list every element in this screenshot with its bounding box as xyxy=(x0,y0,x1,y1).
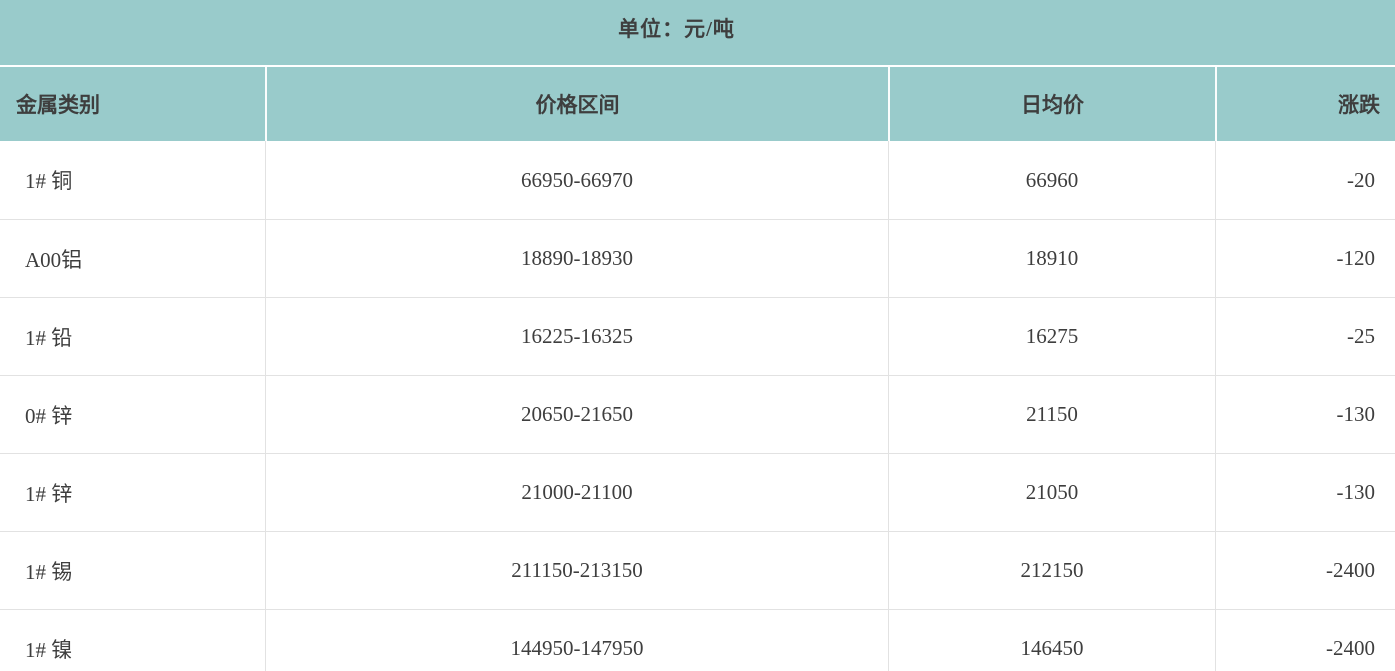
avg-price-cell: 66960 xyxy=(888,141,1215,219)
header-row: 金属类别 价格区间 日均价 涨跌 xyxy=(0,67,1395,141)
metal-price-table: 金属类别 价格区间 日均价 涨跌 1# 铜 66950-66970 66960 … xyxy=(0,67,1395,671)
price-range-cell: 144950-147950 xyxy=(265,609,888,671)
metal-name-cell: 1# 镍 xyxy=(0,609,265,671)
price-range-cell: 16225-16325 xyxy=(265,297,888,375)
change-cell: -20 xyxy=(1215,141,1395,219)
column-header-change: 涨跌 xyxy=(1215,67,1395,141)
change-cell: -130 xyxy=(1215,453,1395,531)
metal-name-cell: 1# 铜 xyxy=(0,141,265,219)
price-range-cell: 21000-21100 xyxy=(265,453,888,531)
unit-row: 单位：元/吨 xyxy=(0,0,1395,65)
change-cell: -120 xyxy=(1215,219,1395,297)
unit-label: 单位：元/吨 xyxy=(618,13,735,43)
avg-price-cell: 146450 xyxy=(888,609,1215,671)
change-cell: -2400 xyxy=(1215,531,1395,609)
column-header-range: 价格区间 xyxy=(265,67,888,141)
metal-name-cell: 1# 锌 xyxy=(0,453,265,531)
column-header-avg: 日均价 xyxy=(888,67,1215,141)
change-cell: -25 xyxy=(1215,297,1395,375)
price-range-cell: 18890-18930 xyxy=(265,219,888,297)
metals-price-page: 单位：元/吨 金属类别 价格区间 日均价 涨跌 1# 铜 66950-66970… xyxy=(0,0,1395,671)
change-cell: -130 xyxy=(1215,375,1395,453)
price-range-cell: 20650-21650 xyxy=(265,375,888,453)
table-row: A00铝 18890-18930 18910 -120 xyxy=(0,219,1395,297)
metal-name-cell: 1# 锡 xyxy=(0,531,265,609)
table-row: 1# 铜 66950-66970 66960 -20 xyxy=(0,141,1395,219)
metal-name-cell: 1# 铅 xyxy=(0,297,265,375)
avg-price-cell: 16275 xyxy=(888,297,1215,375)
table-row: 1# 铅 16225-16325 16275 -25 xyxy=(0,297,1395,375)
avg-price-cell: 212150 xyxy=(888,531,1215,609)
table-row: 1# 锌 21000-21100 21050 -130 xyxy=(0,453,1395,531)
column-header-metal: 金属类别 xyxy=(0,67,265,141)
avg-price-cell: 21050 xyxy=(888,453,1215,531)
table-row: 1# 锡 211150-213150 212150 -2400 xyxy=(0,531,1395,609)
metal-name-cell: 0# 锌 xyxy=(0,375,265,453)
avg-price-cell: 18910 xyxy=(888,219,1215,297)
metal-name-cell: A00铝 xyxy=(0,219,265,297)
price-range-cell: 211150-213150 xyxy=(265,531,888,609)
table-row: 0# 锌 20650-21650 21150 -130 xyxy=(0,375,1395,453)
table-body: 1# 铜 66950-66970 66960 -20 A00铝 18890-18… xyxy=(0,141,1395,671)
avg-price-cell: 21150 xyxy=(888,375,1215,453)
table-header: 金属类别 价格区间 日均价 涨跌 xyxy=(0,67,1395,141)
change-cell: -2400 xyxy=(1215,609,1395,671)
price-range-cell: 66950-66970 xyxy=(265,141,888,219)
table-row: 1# 镍 144950-147950 146450 -2400 xyxy=(0,609,1395,671)
